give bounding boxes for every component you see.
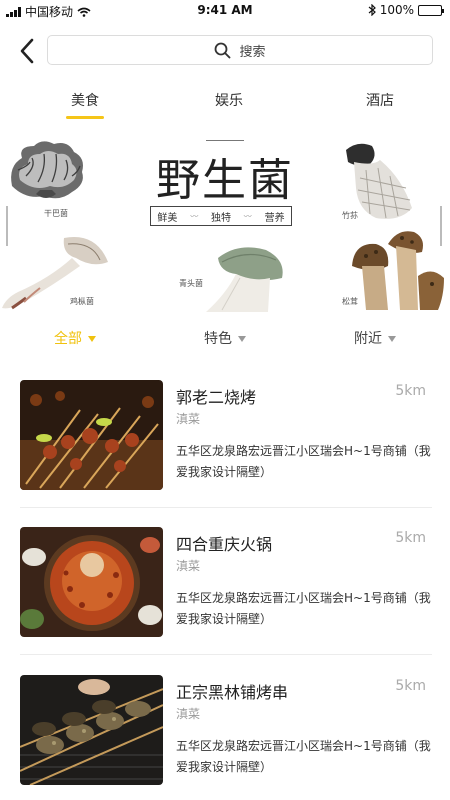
tab-active-indicator bbox=[66, 116, 104, 119]
tab-label: 酒店 bbox=[366, 93, 394, 109]
restaurant-list-item[interactable]: 郭老二烧烤 5km 滇菜 五华区龙泉路宏远晋江小区瑞会H~1号商铺（我爱我家设计… bbox=[0, 380, 450, 500]
list-divider bbox=[20, 507, 432, 508]
mushroom-label: 松茸 bbox=[342, 297, 358, 306]
restaurant-name: 四合重庆火锅 bbox=[176, 535, 273, 554]
restaurant-address: 五华区龙泉路宏远晋江小区瑞会H~1号商铺（我爱我家设计隔壁） bbox=[176, 739, 431, 774]
ganba-mushroom-image bbox=[11, 141, 83, 199]
filter-bar: 全部 特色 附近 bbox=[0, 328, 450, 348]
back-button[interactable] bbox=[16, 36, 40, 66]
jicong-mushroom-image bbox=[2, 237, 108, 310]
battery-percent: 100% bbox=[379, 3, 414, 17]
mushroom-banner[interactable]: 野生菌 鲜美 〰 独特 〰 营养 干巴菌 竹荪 鸡枞菌 青头菌 松茸 bbox=[0, 128, 450, 314]
title-decoration-line bbox=[206, 140, 244, 141]
tab-label: 娱乐 bbox=[215, 93, 243, 109]
filter-label: 附近 bbox=[354, 331, 382, 347]
restaurant-list-item[interactable]: 正宗黑林铺烤串 5km 滇菜 五华区龙泉路宏远晋江小区瑞会H~1号商铺（我爱我家… bbox=[0, 675, 450, 795]
restaurant-distance: 5km bbox=[395, 383, 426, 399]
banner-tag: 鲜美 bbox=[157, 212, 178, 224]
restaurant-category: 滇菜 bbox=[176, 412, 201, 426]
bbq-skewers-image bbox=[20, 380, 163, 490]
status-bar: 中国移动 9:41 AM 100% bbox=[0, 0, 450, 22]
qingtou-mushroom-image bbox=[206, 247, 283, 312]
restaurant-category: 滇菜 bbox=[176, 707, 201, 721]
filter-label: 全部 bbox=[54, 331, 82, 347]
banner-title: 野生菌 bbox=[156, 155, 294, 206]
restaurant-distance: 5km bbox=[395, 530, 426, 546]
restaurant-photo bbox=[20, 380, 163, 490]
filter-all[interactable]: 全部 bbox=[54, 328, 96, 348]
restaurant-photo bbox=[20, 675, 163, 785]
dropdown-arrow-icon bbox=[238, 336, 246, 342]
banner-tags: 鲜美 〰 独特 〰 营养 bbox=[150, 206, 292, 226]
search-input[interactable]: 搜索 bbox=[47, 35, 433, 65]
mushroom-label: 干巴菌 bbox=[44, 209, 68, 218]
banner-tag: 独特 bbox=[210, 212, 231, 224]
restaurant-distance: 5km bbox=[395, 678, 426, 694]
restaurant-photo bbox=[20, 527, 163, 637]
tab-entertainment[interactable]: 娱乐 bbox=[215, 90, 243, 110]
battery-icon bbox=[418, 4, 444, 16]
tag-separator: 〰 bbox=[243, 211, 252, 221]
tab-label: 美食 bbox=[71, 93, 99, 109]
grilled-skewers-image bbox=[20, 675, 163, 785]
dropdown-arrow-icon bbox=[388, 336, 396, 342]
filter-nearby[interactable]: 附近 bbox=[354, 328, 396, 348]
mushroom-label: 青头菌 bbox=[179, 279, 203, 288]
filter-featured[interactable]: 特色 bbox=[204, 328, 246, 348]
status-right: 100% bbox=[368, 3, 444, 17]
restaurant-name: 正宗黑林铺烤串 bbox=[176, 683, 289, 702]
restaurant-address: 五华区龙泉路宏远晋江小区瑞会H~1号商铺（我爱我家设计隔壁） bbox=[176, 444, 431, 479]
bluetooth-icon bbox=[368, 4, 376, 16]
search-icon bbox=[215, 42, 231, 58]
restaurant-list-item[interactable]: 四合重庆火锅 5km 滇菜 五华区龙泉路宏远晋江小区瑞会H~1号商铺（我爱我家设… bbox=[0, 527, 450, 647]
restaurant-name: 郭老二烧烤 bbox=[176, 388, 257, 407]
hotpot-image bbox=[20, 527, 163, 637]
tab-hotel[interactable]: 酒店 bbox=[366, 90, 394, 110]
tab-food[interactable]: 美食 bbox=[66, 90, 104, 119]
list-divider bbox=[20, 654, 432, 655]
dropdown-arrow-icon bbox=[88, 336, 96, 342]
restaurant-category: 滇菜 bbox=[176, 559, 201, 573]
back-arrow-icon bbox=[20, 38, 34, 64]
banner-tag: 营养 bbox=[264, 212, 285, 224]
restaurant-address: 五华区龙泉路宏远晋江小区瑞会H~1号商铺（我爱我家设计隔壁） bbox=[176, 591, 431, 626]
category-tabs: 美食 娱乐 酒店 bbox=[0, 88, 450, 122]
mushroom-label: 鸡枞菌 bbox=[70, 297, 94, 306]
tag-separator: 〰 bbox=[190, 211, 199, 221]
filter-label: 特色 bbox=[204, 331, 232, 347]
songrong-mushroom-image bbox=[352, 231, 444, 310]
search-placeholder: 搜索 bbox=[239, 44, 266, 60]
mushroom-label: 竹荪 bbox=[342, 211, 358, 220]
